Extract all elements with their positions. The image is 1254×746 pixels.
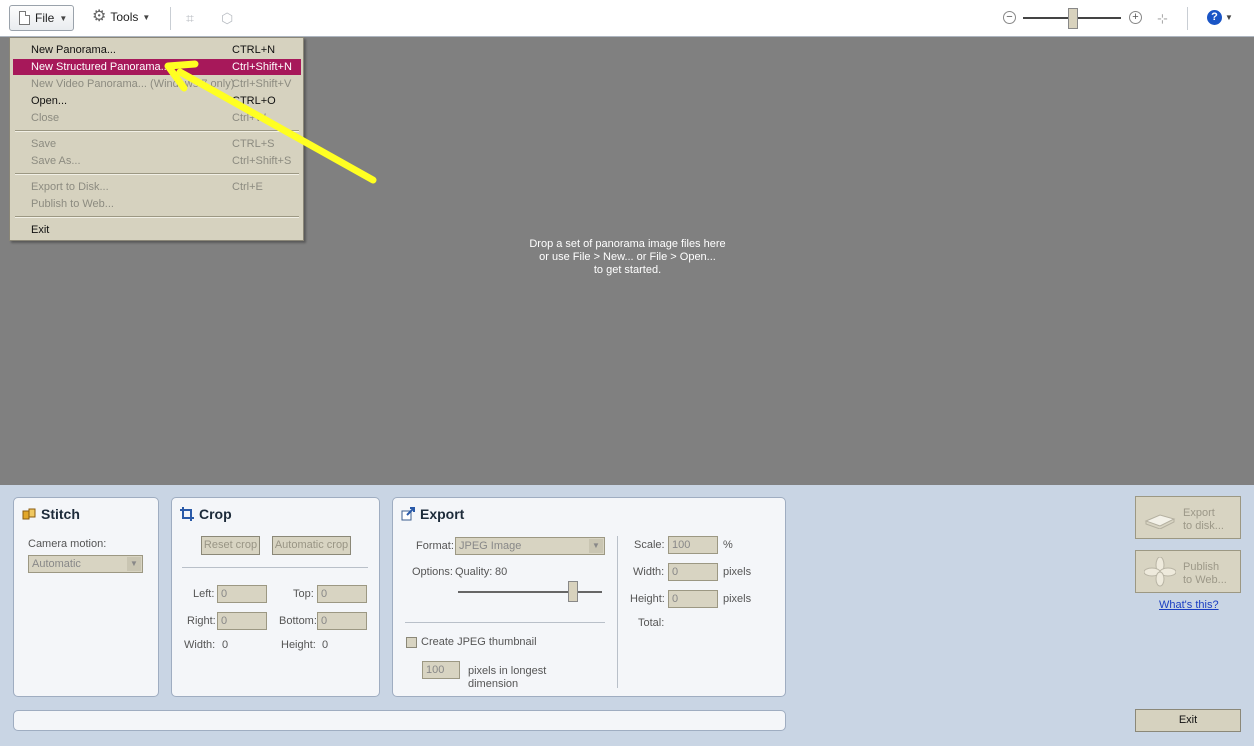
publish-to-web-label: Publish to Web... (1183, 561, 1227, 587)
format-dropdown[interactable]: JPEG Image ▼ (455, 537, 605, 555)
quality-slider-track[interactable] (458, 591, 602, 593)
chevron-down-icon: ▼ (127, 557, 141, 571)
camera-motion-value: Automatic (32, 558, 81, 570)
crop-width-label: Width: (184, 639, 216, 651)
export-width-label: Width: (633, 566, 665, 578)
export-line-1: Export (1183, 507, 1215, 519)
thumbnail-size-input[interactable]: 100 (422, 661, 460, 679)
publish-line-1: Publish (1183, 561, 1220, 573)
crop-left-input[interactable]: 0 (217, 585, 267, 603)
publish-line-2: to Web... (1183, 574, 1227, 586)
publish-to-web-button[interactable]: Publish to Web... (1135, 550, 1241, 593)
crop-title: Crop (180, 506, 232, 522)
reset-crop-button[interactable]: Reset crop (201, 536, 260, 555)
automatic-crop-button[interactable]: Automatic crop (272, 536, 351, 555)
export-height-label: Height: (630, 593, 665, 605)
stitch-panel: Stitch Camera motion: Automatic ▼ (13, 497, 159, 697)
export-width-input[interactable]: 0 (668, 563, 718, 581)
crop-bottom-input[interactable]: 0 (317, 612, 367, 630)
crop-height-value: 0 (322, 639, 329, 651)
thumbnail-size-label-2: dimension (468, 678, 519, 690)
format-label: Format: (416, 540, 454, 552)
scale-label: Scale: (634, 539, 665, 551)
publish-web-icon (1144, 557, 1176, 587)
total-label: Total: (638, 617, 665, 629)
stitch-title-label: Stitch (41, 506, 80, 522)
crop-title-label: Crop (199, 506, 232, 522)
export-width-unit: pixels (723, 566, 752, 578)
crop-top-input[interactable]: 0 (317, 585, 367, 603)
export-title: Export (401, 506, 464, 522)
export-title-label: Export (420, 506, 465, 522)
crop-bottom-label: Bottom: (279, 615, 317, 627)
format-value: JPEG Image (459, 540, 522, 552)
status-bar (13, 710, 786, 731)
export-vertical-divider (617, 536, 618, 688)
scale-unit: % (723, 539, 733, 551)
thumbnail-size-label: pixels in longest (468, 665, 547, 677)
export-panel: Export Format: JPEG Image ▼ Options: Qua… (392, 497, 786, 697)
stitch-icon (22, 508, 36, 520)
chevron-down-icon: ▼ (589, 539, 603, 553)
exit-button[interactable]: Exit (1135, 709, 1241, 732)
export-to-disk-label: Export to disk... (1183, 507, 1224, 533)
crop-top-label: Top: (293, 588, 314, 600)
scale-input[interactable]: 100 (668, 536, 718, 554)
crop-panel: Crop Reset crop Automatic crop Left: 0 T… (171, 497, 380, 697)
camera-motion-dropdown[interactable]: Automatic ▼ (28, 555, 143, 573)
quality-label: Quality: (455, 566, 493, 578)
export-divider (405, 622, 605, 623)
crop-height-label: Height: (281, 639, 316, 651)
quality-slider-thumb[interactable] (568, 581, 579, 602)
disk-icon (1144, 514, 1176, 529)
export-to-disk-button[interactable]: Export to disk... (1135, 496, 1241, 539)
crop-icon (180, 507, 194, 521)
crop-right-label: Right: (187, 615, 216, 627)
crop-left-label: Left: (193, 588, 215, 600)
create-thumbnail-checkbox[interactable] (406, 637, 417, 648)
camera-motion-label: Camera motion: (28, 538, 107, 550)
create-thumbnail-label: Create JPEG thumbnail (421, 636, 537, 648)
export-icon (401, 507, 415, 521)
export-line-2: to disk... (1183, 520, 1224, 532)
quality-value: 80 (495, 566, 508, 578)
crop-divider (182, 567, 368, 568)
options-label: Options: (412, 566, 453, 578)
crop-right-input[interactable]: 0 (217, 612, 267, 630)
export-height-input[interactable]: 0 (668, 590, 718, 608)
crop-width-value: 0 (222, 639, 229, 651)
export-height-unit: pixels (723, 593, 752, 605)
stitch-title: Stitch (22, 506, 80, 522)
whats-this-link[interactable]: What's this? (1159, 599, 1219, 611)
